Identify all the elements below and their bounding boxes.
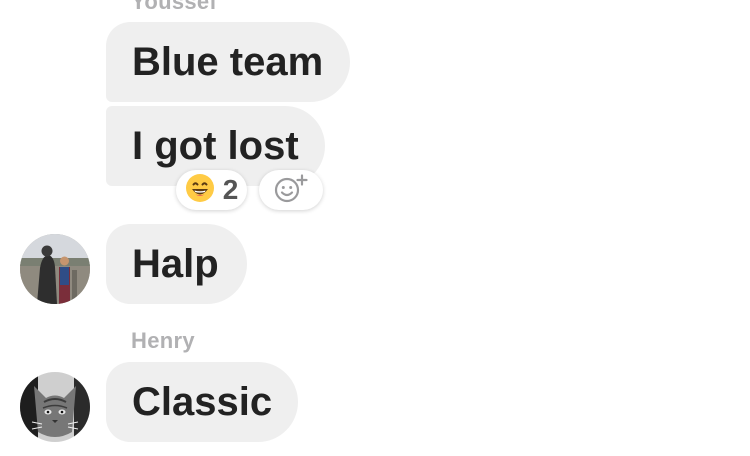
message-text: Blue team	[132, 39, 324, 84]
message-text: Classic	[132, 379, 273, 424]
avatar[interactable]	[20, 372, 90, 442]
message-text: I got lost	[132, 123, 299, 168]
message-bubble[interactable]: Halp	[106, 224, 247, 304]
reaction-count-pill[interactable]: 2	[176, 170, 247, 210]
chat-thread: Youssef Blue team I got lost 2 Halp Henr…	[0, 0, 750, 456]
message-bubble[interactable]: Blue team	[106, 22, 350, 102]
sender-name: Henry	[131, 328, 195, 353]
reaction-bar: 2	[176, 170, 323, 210]
add-reaction-button[interactable]	[259, 170, 323, 210]
add-reaction-icon	[271, 173, 311, 208]
reaction-count: 2	[222, 174, 239, 205]
sender-name: Youssef	[131, 0, 218, 14]
avatar[interactable]	[20, 234, 90, 304]
message-text: Halp	[132, 241, 219, 286]
grinning-face-icon	[185, 173, 215, 208]
message-bubble[interactable]: Classic	[106, 362, 298, 442]
